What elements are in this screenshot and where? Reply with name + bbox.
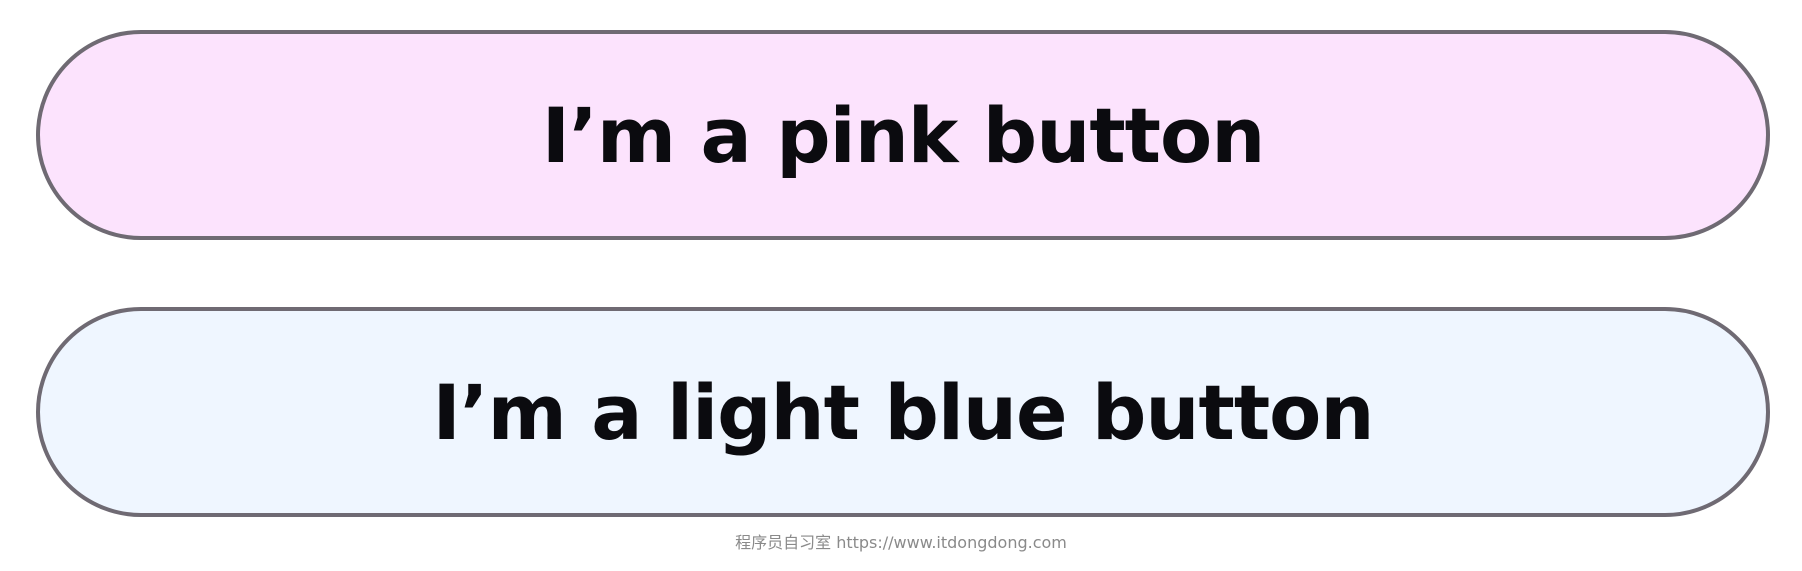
- light-blue-button[interactable]: I’m a light blue button: [36, 307, 1770, 517]
- light-blue-button-label: I’m a light blue button: [432, 367, 1375, 457]
- pink-button[interactable]: I’m a pink button: [36, 30, 1770, 240]
- watermark-text: 程序员自习室 https://www.itdongdong.com: [735, 533, 1067, 552]
- pink-button-label: I’m a pink button: [541, 90, 1266, 180]
